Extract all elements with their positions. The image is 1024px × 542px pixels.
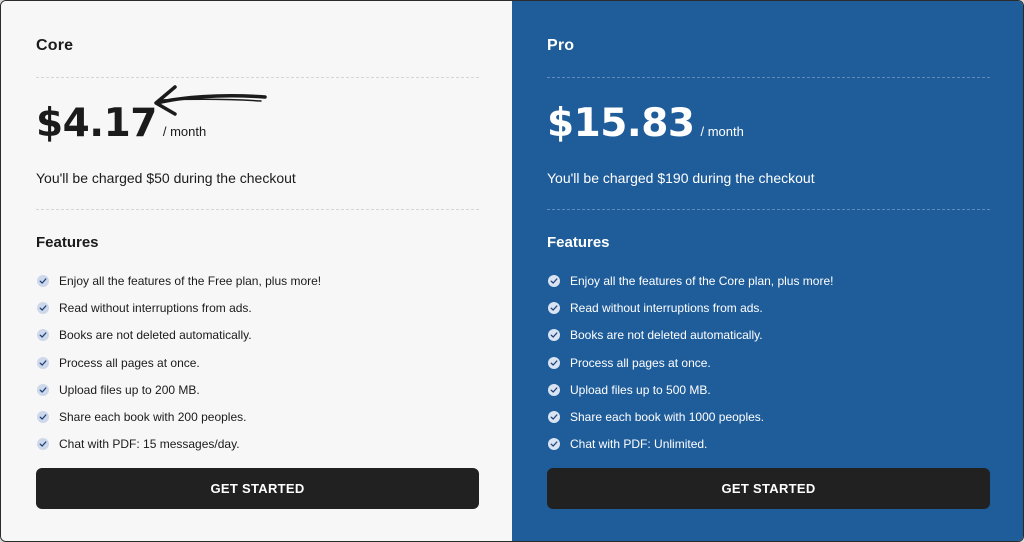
features-heading: Features [547,234,610,251]
price-row: $15.83 / month [547,101,744,146]
feature-item: Upload files up to 500 MB. [548,376,833,403]
plan-name: Pro [547,37,575,54]
check-circle-icon [37,411,49,424]
plan-price: $4.17 [36,101,157,146]
billing-period: / month [162,124,207,139]
feature-item: Upload files up to 200 MB. [37,376,321,403]
get-started-button-pro[interactable]: GET STARTED [547,468,990,509]
features-list: Enjoy all the features of the Free plan,… [37,267,321,458]
check-circle-icon [548,383,560,396]
checkout-charge-note: You'll be charged $50 during the checkou… [36,170,296,186]
feature-text: Chat with PDF: 15 messages/day. [59,437,240,452]
plan-name: Core [36,37,74,54]
divider [36,77,479,78]
feature-item: Books are not deleted automatically. [37,322,321,349]
feature-text: Books are not deleted automatically. [570,328,763,343]
feature-item: Enjoy all the features of the Free plan,… [37,267,321,294]
feature-text: Upload files up to 500 MB. [570,382,711,397]
hand-drawn-arrow-icon [154,85,267,116]
feature-item: Books are not deleted automatically. [548,322,833,349]
divider [36,209,479,210]
feature-item: Chat with PDF: Unlimited. [548,431,833,458]
divider [547,77,990,78]
feature-text: Upload files up to 200 MB. [59,382,200,397]
check-circle-icon [37,383,49,396]
plan-card-core: Core $4.17 / month You'll be charged $50… [1,1,512,541]
feature-text: Books are not deleted automatically. [59,328,252,343]
feature-text: Process all pages at once. [59,355,200,370]
feature-text: Chat with PDF: Unlimited. [570,437,708,452]
pricing-window: Core $4.17 / month You'll be charged $50… [0,0,1024,542]
get-started-button-core[interactable]: GET STARTED [36,468,479,509]
feature-text: Share each book with 1000 peoples. [570,410,765,425]
feature-text: Share each book with 200 peoples. [59,410,247,425]
billing-period: / month [700,124,744,139]
feature-item: Chat with PDF: 15 messages/day. [37,431,321,458]
feature-item: Enjoy all the features of the Core plan,… [548,267,833,294]
feature-item: Process all pages at once. [37,349,321,376]
check-circle-icon [37,274,49,287]
check-circle-icon [37,329,49,342]
feature-text: Enjoy all the features of the Core plan,… [570,273,834,288]
check-circle-icon [548,329,560,342]
feature-text: Process all pages at once. [570,355,711,370]
features-list: Enjoy all the features of the Core plan,… [548,267,833,458]
feature-item: Read without interruptions from ads. [548,294,833,321]
feature-text: Enjoy all the features of the Free plan,… [59,273,322,288]
check-circle-icon [548,274,560,287]
features-heading: Features [36,234,99,251]
feature-item: Process all pages at once. [548,349,833,376]
check-circle-icon [548,301,560,314]
check-circle-icon [37,301,49,314]
feature-text: Read without interruptions from ads. [59,300,252,315]
feature-item: Share each book with 200 peoples. [37,403,321,430]
feature-item: Read without interruptions from ads. [37,294,321,321]
check-circle-icon [548,438,560,451]
feature-text: Read without interruptions from ads. [570,300,763,315]
check-circle-icon [548,411,560,424]
check-circle-icon [37,438,49,451]
plan-price: $15.83 [547,101,695,146]
divider [547,209,990,210]
checkout-charge-note: You'll be charged $190 during the checko… [547,170,815,186]
check-circle-icon [37,356,49,369]
feature-item: Share each book with 1000 peoples. [548,403,833,430]
plan-card-pro: Pro $15.83 / month You'll be charged $19… [512,1,1023,541]
check-circle-icon [548,356,560,369]
